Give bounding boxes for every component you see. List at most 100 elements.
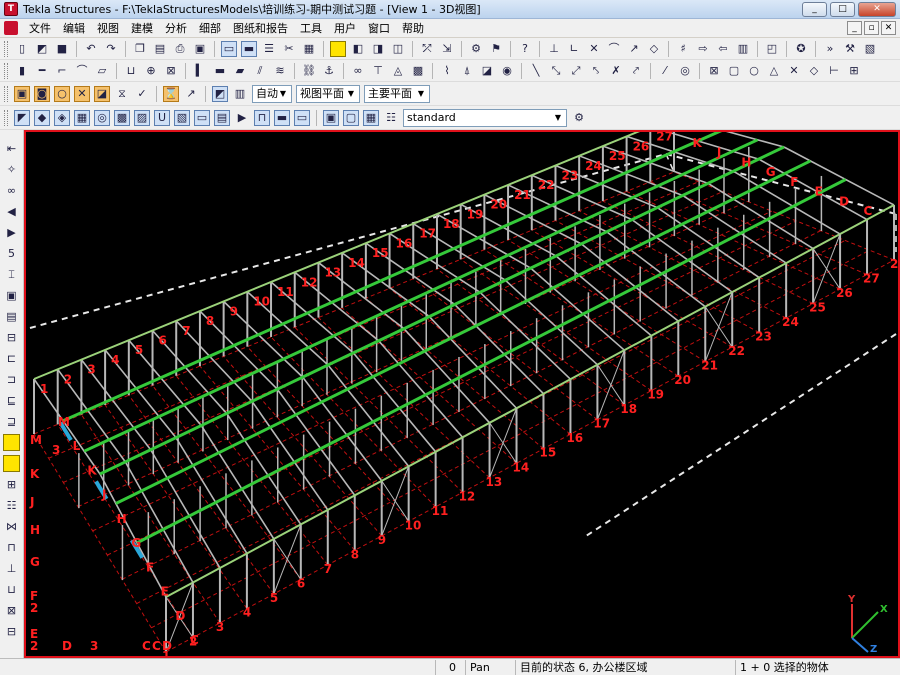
component-icon[interactable]: ⊤	[370, 63, 386, 79]
save-icon[interactable]: ■	[54, 41, 70, 57]
snap-extend-icon[interactable]: ⤤	[628, 63, 644, 79]
dimension-icon[interactable]: ↗	[626, 41, 642, 57]
curved-beam-icon[interactable]: ⌒	[74, 63, 90, 79]
pick-icon[interactable]: ⇲	[439, 41, 455, 57]
select-all-icon[interactable]: ▣	[14, 85, 30, 102]
select-part-icon[interactable]: ◙	[34, 85, 50, 102]
open-icon[interactable]: ◩	[34, 41, 50, 57]
filter-rebar-icon[interactable]: ⊓	[254, 109, 270, 126]
filter-view-icon[interactable]: ▭	[194, 109, 210, 126]
cut-part-icon[interactable]: ⌇	[439, 63, 455, 79]
export-icon[interactable]: ⇨	[695, 41, 711, 57]
filter-surface-icon[interactable]: ▬	[274, 109, 290, 126]
profile-h-icon[interactable]: ⊟	[3, 329, 20, 346]
plate-icon[interactable]: ▱	[94, 63, 110, 79]
drawing-list-icon[interactable]: ☰	[261, 41, 277, 57]
hatch-icon[interactable]: ⊠	[163, 63, 179, 79]
forward-icon[interactable]: »	[822, 41, 838, 57]
snap-center-icon[interactable]: ◎	[677, 63, 693, 79]
snap-triangle-icon[interactable]: △	[766, 63, 782, 79]
minimize-button[interactable]: _	[802, 2, 827, 17]
concrete-beam-icon[interactable]: ▬	[212, 63, 228, 79]
mdi-restore-button[interactable]: ▫	[864, 21, 879, 35]
measure-angle-icon[interactable]: ∟	[566, 41, 582, 57]
document-icon[interactable]	[4, 21, 18, 35]
filter-list-icon[interactable]: ☷	[383, 110, 399, 126]
snap-inter-icon[interactable]: ✗	[608, 63, 624, 79]
select-bolt-icon[interactable]: ◪	[94, 85, 110, 102]
select-point-icon[interactable]: ○	[54, 85, 70, 102]
fitting-icon[interactable]: ⍋	[459, 63, 475, 79]
measure-bolt-icon[interactable]: ✕	[586, 41, 602, 57]
select-weld-icon[interactable]: ✕	[74, 85, 90, 102]
arrow-left-icon[interactable]: ◀	[3, 203, 20, 220]
move-object-icon[interactable]: ◨	[370, 41, 386, 57]
concrete-slab-icon[interactable]: ▰	[232, 63, 248, 79]
filter-part-icon[interactable]: ◆	[34, 109, 50, 126]
redo-icon[interactable]: ↷	[103, 41, 119, 57]
truss-icon[interactable]: ⋈	[3, 518, 20, 535]
arrow-in-icon[interactable]: ⇤	[3, 140, 20, 157]
filter-select-icon[interactable]: ◤	[14, 109, 30, 126]
filter-grid-icon[interactable]: ▧	[174, 109, 190, 126]
number-five-icon[interactable]: 5	[3, 245, 20, 262]
snap-geom-icon[interactable]: ▥	[232, 86, 248, 102]
yellow-plate-icon[interactable]	[3, 455, 20, 472]
measure-icon[interactable]: ⊥	[546, 41, 562, 57]
filter-multi-icon[interactable]: ▦	[363, 109, 379, 126]
drawing-icon[interactable]: ◰	[764, 41, 780, 57]
profile-tube-icon[interactable]: ▤	[3, 308, 20, 325]
maximize-button[interactable]: □	[830, 2, 855, 17]
print-icon[interactable]: ⎙	[172, 41, 188, 57]
detail-icon[interactable]: ◬	[390, 63, 406, 79]
filter-settings-icon[interactable]: ⚙	[571, 110, 587, 126]
binoculars-icon[interactable]: ∞	[3, 182, 20, 199]
profile-i-icon[interactable]: ⌶	[3, 266, 20, 283]
snap-free-icon[interactable]: ⊞	[846, 63, 862, 79]
chain-icon[interactable]: ⛓	[301, 63, 317, 79]
snap-perp-icon[interactable]: ⤣	[588, 63, 604, 79]
new-model-icon[interactable]: ▯	[14, 41, 30, 57]
mdi-close-button[interactable]: ✕	[881, 21, 896, 35]
mesh-icon[interactable]: ≋	[272, 63, 288, 79]
snap-end-icon[interactable]: ╲	[528, 63, 544, 79]
close-button[interactable]: ✕	[858, 2, 896, 17]
profile-c-icon[interactable]: ⊏	[3, 350, 20, 367]
frame-icon[interactable]: ⊓	[3, 539, 20, 556]
snap-mid-icon[interactable]: ⤡	[548, 63, 564, 79]
filter-object-icon[interactable]: ▣	[323, 109, 339, 126]
filter-plane-icon[interactable]: ▤	[214, 109, 230, 126]
connection-icon[interactable]: ▩	[410, 63, 426, 79]
menu-file[interactable]: 文件	[23, 19, 57, 38]
import-icon[interactable]: ⇦	[715, 41, 731, 57]
filter-single-icon[interactable]: ▢	[343, 109, 359, 126]
polybeam-icon[interactable]: ⌐	[54, 63, 70, 79]
mdi-minimize-button[interactable]: _	[847, 21, 862, 35]
snap-box-icon[interactable]: ⊠	[706, 63, 722, 79]
numbering-icon[interactable]: ♯	[675, 41, 691, 57]
inquire-icon[interactable]: ⚙	[468, 41, 484, 57]
snap-x-icon[interactable]: ✕	[786, 63, 802, 79]
select-arrow-icon[interactable]: ↗	[183, 86, 199, 102]
report-icon[interactable]: ▣	[192, 41, 208, 57]
edge-icon[interactable]: ◉	[499, 63, 515, 79]
snap-grid-icon[interactable]: ◩	[212, 85, 228, 102]
rebar-icon[interactable]: ⫽	[252, 63, 268, 79]
filter-assembly-icon[interactable]: ▦	[74, 109, 90, 126]
component-catalog-icon[interactable]: ▧	[862, 41, 878, 57]
filter-u-icon[interactable]: U	[154, 109, 170, 126]
macro-icon[interactable]: ⚒	[842, 41, 858, 57]
filter-icon[interactable]: ⚑	[488, 41, 504, 57]
yellow-square-icon[interactable]	[3, 434, 20, 451]
menu-tools[interactable]: 工具	[294, 19, 328, 38]
menu-model[interactable]: 建模	[125, 19, 159, 38]
menu-analysis[interactable]: 分析	[159, 19, 193, 38]
snap-icon[interactable]: ⤱	[419, 41, 435, 57]
profile-t-icon[interactable]: ⊒	[3, 413, 20, 430]
menu-detailing[interactable]: 细部	[193, 19, 227, 38]
select-cut-icon[interactable]: ⧖	[114, 86, 130, 102]
menu-drawings[interactable]: 图纸和报告	[227, 19, 294, 38]
undo-icon[interactable]: ↶	[83, 41, 99, 57]
concrete-column-icon[interactable]: ▍	[192, 63, 208, 79]
select-box-icon[interactable]	[330, 40, 346, 57]
